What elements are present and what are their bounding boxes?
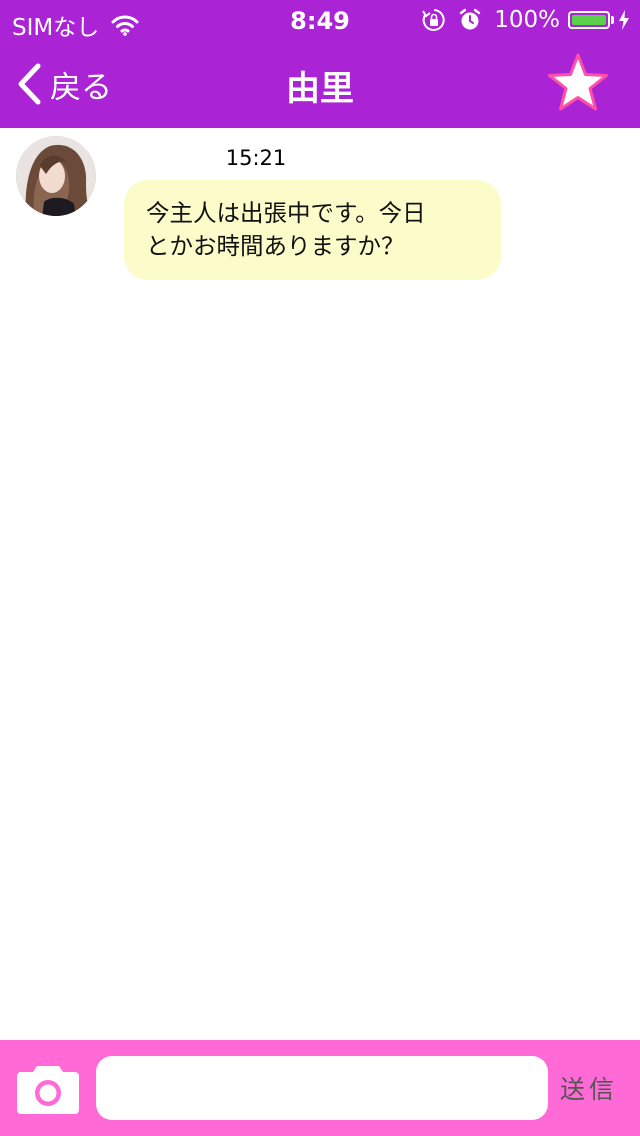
message-input[interactable]: [96, 1056, 548, 1120]
back-button[interactable]: 戻る: [16, 62, 112, 106]
alarm-icon: [460, 8, 481, 30]
message-text-line: 今主人は出張中です。今日: [146, 199, 426, 227]
page-title: 由里: [286, 69, 354, 109]
orientation-lock-icon: [422, 9, 445, 31]
send-button[interactable]: 送信: [560, 1070, 630, 1106]
back-label: 戻る: [50, 69, 112, 106]
status-right: 100%: [422, 7, 630, 33]
star-icon[interactable]: [546, 52, 610, 114]
sender-avatar[interactable]: [16, 136, 96, 216]
message-bubble: 今主人は出張中です。今日 とかお時間ありますか？: [124, 180, 501, 280]
avatar-photo: [16, 136, 96, 216]
message-text-line: とかお時間ありますか？: [146, 232, 405, 260]
battery-percent: 100%: [494, 7, 560, 33]
status-bar: SIMなし 8:49 100%: [0, 0, 640, 41]
app-header: SIMなし 8:49 100% 戻る 由里: [0, 0, 640, 128]
camera-icon[interactable]: [17, 1064, 79, 1114]
message-timestamp: 15:21: [225, 146, 287, 170]
battery-cap: [611, 16, 614, 24]
battery-icon: [568, 11, 610, 29]
chevron-left-icon: [18, 63, 41, 105]
charging-bolt-icon: [619, 10, 629, 30]
battery-fill: [572, 15, 606, 25]
composer-bar: 送信: [0, 1040, 640, 1136]
